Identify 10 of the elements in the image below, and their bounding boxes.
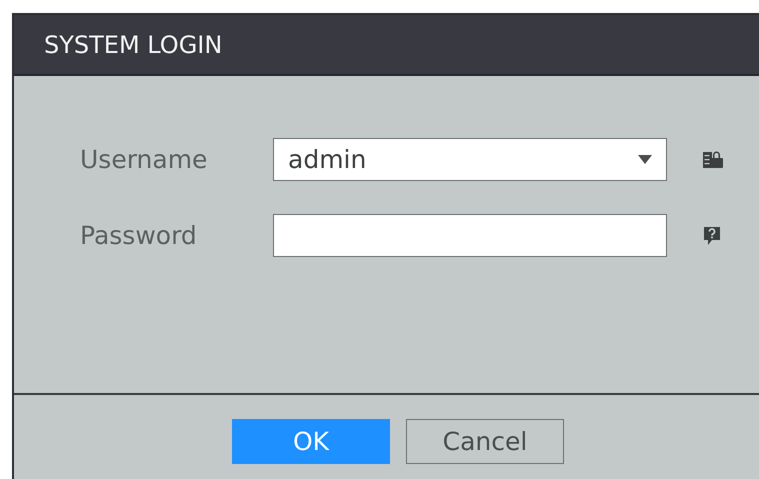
username-dropdown[interactable]: admin [273,138,667,181]
help-icon[interactable] [703,226,721,246]
password-field[interactable] [273,214,667,257]
window-title: SYSTEM LOGIN [44,30,222,60]
field-label: Username [80,144,208,176]
field-label: Password [80,220,198,252]
caret-icon[interactable] [638,155,652,164]
user-lock-icon[interactable] [703,150,723,168]
cancel-button[interactable]: Cancel [406,419,564,464]
ok-button[interactable]: OK [232,419,390,464]
